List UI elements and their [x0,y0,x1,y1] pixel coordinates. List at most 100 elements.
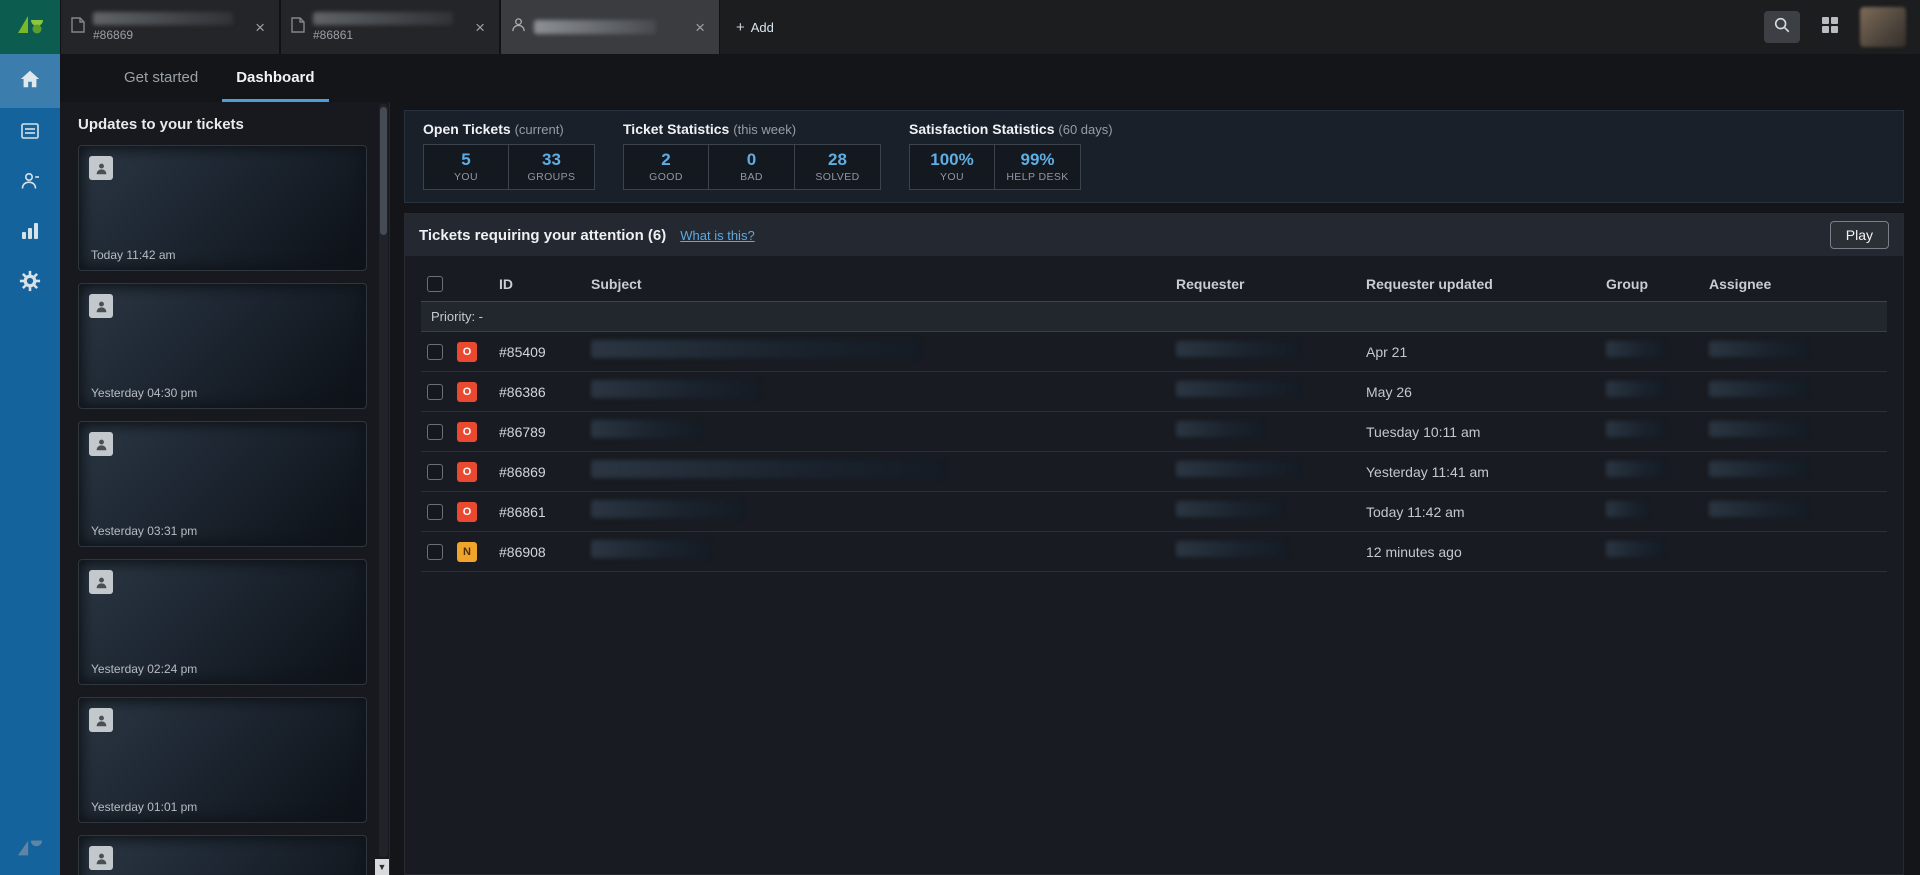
stat-label: BAD [740,171,763,184]
tab-ticket-86869[interactable]: #86869 × [60,0,280,54]
attention-panel: Tickets requiring your attention (6) Wha… [404,213,1904,875]
stat-value: 5 [461,149,471,169]
home-icon [19,68,41,95]
update-card[interactable]: Yesterday 04:30 pm [78,283,367,409]
update-card[interactable] [78,835,367,875]
requester-redacted [1176,461,1301,477]
stat-box-bad[interactable]: 0 BAD [709,144,795,190]
app-logo[interactable] [0,0,60,54]
scroll-down-arrow[interactable]: ▼ [375,859,389,875]
stats-group-title: Satisfaction Statistics [909,121,1055,137]
row-checkbox[interactable] [427,503,443,520]
column-header-id[interactable]: ID [499,276,591,292]
close-icon[interactable]: × [691,17,709,38]
updates-card-list: Today 11:42 am Yesterday 04:30 pm Yester… [60,143,389,875]
stats-group-satisfaction: Satisfaction Statistics (60 days) 100% Y… [909,121,1113,190]
updates-title: Updates to your tickets [78,116,244,133]
tab-person[interactable]: × [500,0,720,54]
reporting-icon [20,221,40,246]
column-header-requester[interactable]: Requester [1176,276,1366,292]
update-card[interactable]: Yesterday 02:24 pm [78,559,367,685]
subject-redacted [591,420,701,438]
scrollbar-thumb[interactable] [380,107,387,235]
stat-box-open-you[interactable]: 5 YOU [423,144,509,190]
stat-box-open-groups[interactable]: 33 GROUPS [509,144,595,190]
sidebar-item-admin[interactable] [0,258,60,308]
stats-group-ticket-statistics: Ticket Statistics (this week) 2 GOOD 0 B… [623,121,881,190]
redacted-content [83,840,362,875]
table-row[interactable]: O #86789 Tuesday 10:11 am [421,412,1887,452]
tab-title-redacted [534,20,656,34]
table-row[interactable]: O #86861 Today 11:42 am [421,492,1887,532]
apps-grid-button[interactable] [1812,11,1848,43]
section-title: Tickets requiring your attention (6) [419,226,667,244]
avatar-icon [89,570,113,594]
row-checkbox[interactable] [427,343,443,360]
updates-scrollbar[interactable] [379,104,388,857]
sidebar-item-reporting[interactable] [0,208,60,258]
subject-redacted [591,380,761,398]
stat-value: 100% [930,149,974,169]
ticket-id: #86908 [499,543,546,560]
search-icon [1773,16,1791,39]
update-card[interactable]: Yesterday 01:01 pm [78,697,367,823]
app-logo-icon [17,13,43,42]
tab-get-started[interactable]: Get started [110,69,212,102]
sidebar-item-views[interactable] [0,108,60,158]
ticket-id: #86869 [499,463,546,480]
sidebar-item-home[interactable] [0,54,60,108]
table-row[interactable]: O #86869 Yesterday 11:41 am [421,452,1887,492]
assignee-redacted [1709,341,1809,357]
stat-label: GROUPS [527,171,576,184]
card-timestamp: Yesterday 03:31 pm [91,524,198,538]
group-redacted [1606,381,1666,397]
attention-header: Tickets requiring your attention (6) Wha… [405,214,1903,256]
table-row[interactable]: N #86908 12 minutes ago [421,532,1887,572]
add-tab-button[interactable]: + Add [720,0,790,54]
plus-icon: + [736,18,745,36]
column-header-assignee[interactable]: Assignee [1709,276,1887,292]
requester-redacted [1176,501,1284,517]
table-row[interactable]: O #85409 Apr 21 [421,332,1887,372]
card-timestamp: Yesterday 01:01 pm [91,800,198,814]
subject-redacted [591,540,711,558]
table-row[interactable]: O #86386 May 26 [421,372,1887,412]
sidebar-item-customers[interactable] [0,158,60,208]
search-button[interactable] [1764,11,1800,43]
close-icon[interactable]: × [471,17,489,38]
status-badge: O [457,421,477,442]
group-redacted [1606,341,1666,357]
stat-value: 2 [661,149,671,169]
ticket-icon [291,16,305,38]
row-checkbox[interactable] [427,383,443,400]
user-avatar[interactable] [1860,7,1906,47]
select-all-checkbox[interactable] [427,275,443,292]
tab-title-redacted [313,12,453,25]
play-button[interactable]: Play [1829,221,1889,249]
stat-box-satisfaction-you[interactable]: 100% YOU [909,144,995,190]
row-checkbox[interactable] [427,423,443,440]
stat-box-solved[interactable]: 28 SOLVED [795,144,881,190]
row-checkbox[interactable] [427,543,443,560]
column-header-group[interactable]: Group [1606,276,1709,292]
update-card[interactable]: Today 11:42 am [78,145,367,271]
ticket-id: #86386 [499,383,546,400]
row-checkbox[interactable] [427,463,443,480]
stat-box-good[interactable]: 2 GOOD [623,144,709,190]
ticket-id: #85409 [499,343,546,360]
card-timestamp: Yesterday 04:30 pm [91,386,198,400]
requester-redacted [1176,381,1301,397]
column-header-requester-updated[interactable]: Requester updated [1366,276,1606,292]
close-icon[interactable]: × [251,17,269,38]
column-header-subject[interactable]: Subject [591,276,1176,292]
update-card[interactable]: Yesterday 03:31 pm [78,421,367,547]
assignee-redacted [1709,421,1809,437]
tab-ticket-86861[interactable]: #86861 × [280,0,500,54]
tab-dashboard[interactable]: Dashboard [222,69,329,102]
requester-redacted [1176,341,1301,357]
what-is-this-link[interactable]: What is this? [680,228,754,243]
requester-updated: May 26 [1366,383,1412,400]
requester-redacted [1176,541,1289,557]
avatar-icon [89,708,113,732]
stat-box-satisfaction-helpdesk[interactable]: 99% HELP DESK [995,144,1081,190]
